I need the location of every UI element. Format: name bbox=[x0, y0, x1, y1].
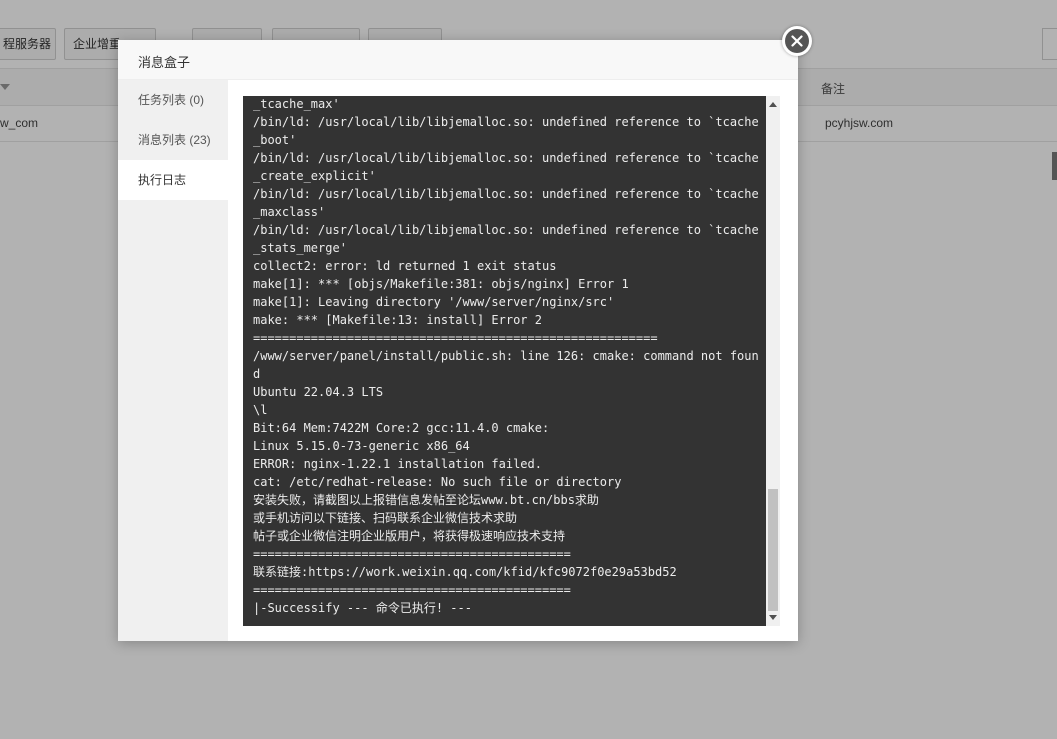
console-line: make[1]: Leaving directory '/www/server/… bbox=[253, 295, 615, 309]
console-line: _stats_merge' bbox=[253, 241, 347, 255]
console-line: 联系链接:https://work.weixin.qq.com/kfid/kfc… bbox=[253, 565, 677, 579]
console-line: 帖子或企业微信注明企业版用户，将获得极速响应技术支持 bbox=[253, 529, 566, 543]
console-line: /www/server/panel/install/public.sh: lin… bbox=[253, 349, 759, 363]
console-line: /bin/ld: /usr/local/lib/libjemalloc.so: … bbox=[253, 223, 759, 237]
sidebar-item-message-list[interactable]: 消息列表 (23) bbox=[118, 120, 228, 160]
scrollbar-thumb[interactable] bbox=[768, 489, 778, 611]
execution-log-console[interactable]: _tcache_max' /bin/ld: /usr/local/lib/libj… bbox=[243, 96, 780, 626]
console-line: d bbox=[253, 367, 261, 381]
console-line: ========================================… bbox=[253, 583, 571, 597]
scroll-down-arrow-icon[interactable] bbox=[769, 615, 777, 620]
modal-content: _tcache_max' /bin/ld: /usr/local/lib/libj… bbox=[228, 80, 798, 641]
console-line: ERROR: nginx-1.22.1 installation failed. bbox=[253, 457, 542, 471]
console-line: _boot' bbox=[253, 133, 297, 147]
console-line: /bin/ld: /usr/local/lib/libjemalloc.so: … bbox=[253, 115, 759, 129]
console-line: cat: /etc/redhat-release: No such file o… bbox=[253, 475, 622, 489]
console-line: ========================================… bbox=[253, 547, 571, 561]
console-line: make[1]: *** [objs/Makefile:381: objs/ng… bbox=[253, 277, 629, 291]
console-line: ========================================… bbox=[253, 331, 658, 345]
console-line: _maxclass' bbox=[253, 205, 326, 219]
console-line: collect2: error: ld returned 1 exit stat… bbox=[253, 259, 557, 273]
modal-header: 消息盒子 bbox=[118, 40, 798, 80]
console-output: _tcache_max' /bin/ld: /usr/local/lib/libj… bbox=[253, 96, 765, 617]
scroll-up-arrow-icon[interactable] bbox=[769, 102, 777, 107]
console-line: Ubuntu 22.04.3 LTS bbox=[253, 385, 384, 399]
modal-title: 消息盒子 bbox=[138, 55, 191, 70]
console-scrollbar[interactable] bbox=[766, 96, 780, 626]
close-icon[interactable] bbox=[785, 29, 809, 53]
console-line: /bin/ld: /usr/local/lib/libjemalloc.so: … bbox=[253, 187, 759, 201]
modal-sidebar: 任务列表 (0) 消息列表 (23) 执行日志 bbox=[118, 80, 228, 641]
console-line: |-Successify --- 命令已执行! --- bbox=[253, 601, 472, 615]
console-line: /bin/ld: /usr/local/lib/libjemalloc.so: … bbox=[253, 151, 759, 165]
console-line: make: *** [Makefile:13: install] Error 2 bbox=[253, 313, 542, 327]
console-line: _tcache_max' bbox=[253, 97, 340, 111]
console-line: 或手机访问以下链接、扫码联系企业微信技术求助 bbox=[253, 511, 518, 525]
sidebar-item-execution-log[interactable]: 执行日志 bbox=[118, 160, 228, 200]
sidebar-item-task-list[interactable]: 任务列表 (0) bbox=[118, 80, 228, 120]
console-line: Linux 5.15.0-73-generic x86_64 bbox=[253, 439, 470, 453]
console-line: 安装失败，请截图以上报错信息发帖至论坛www.bt.cn/bbs求助 bbox=[253, 493, 599, 507]
console-line: \l bbox=[253, 403, 268, 417]
console-line: Bit:64 Mem:7422M Core:2 gcc:11.4.0 cmake… bbox=[253, 421, 550, 435]
modal-close-button[interactable] bbox=[782, 26, 812, 56]
console-line: _create_explicit' bbox=[253, 169, 376, 183]
message-box-modal: 消息盒子 任务列表 (0) 消息列表 (23) 执行日志 _tcache_max… bbox=[118, 40, 798, 641]
